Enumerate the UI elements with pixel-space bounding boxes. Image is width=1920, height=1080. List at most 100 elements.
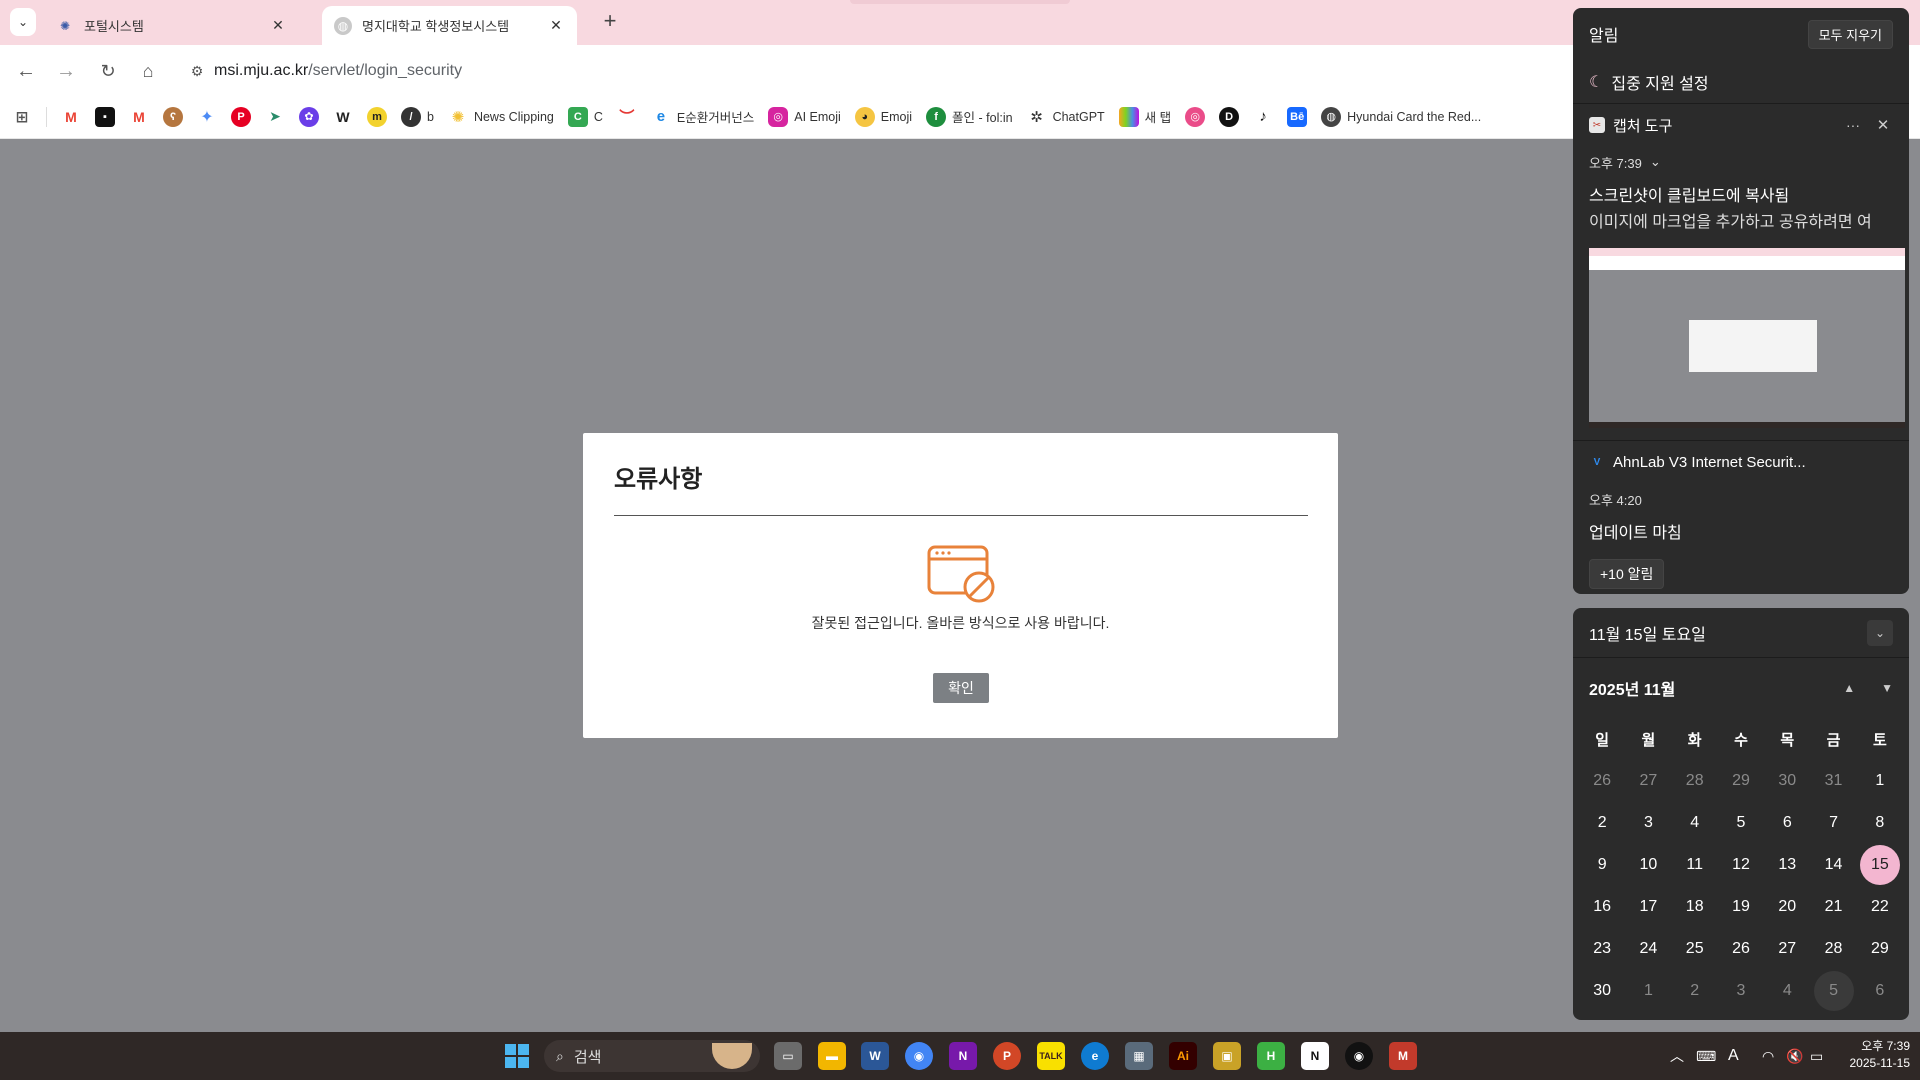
calendar-day[interactable]: 14 bbox=[1810, 844, 1856, 886]
bookmark-19[interactable]: 새 탭 bbox=[1118, 102, 1171, 132]
bookmark-20[interactable]: ◎ bbox=[1185, 102, 1206, 132]
new-tab-button[interactable]: + bbox=[598, 10, 622, 34]
triangle-up-icon[interactable]: ▲ bbox=[1843, 681, 1855, 695]
bookmark-17[interactable]: f 폴인 - fol:in bbox=[926, 102, 1013, 132]
calendar-day[interactable]: 21 bbox=[1810, 886, 1856, 928]
illustrator-icon[interactable]: Ai bbox=[1169, 1042, 1197, 1070]
calendar-day[interactable]: 5 bbox=[1810, 970, 1856, 1012]
reload-button[interactable]: ↻ bbox=[94, 57, 122, 85]
tab-portal[interactable]: ✺ 포털시스템 ✕ bbox=[44, 6, 299, 45]
notification-time[interactable]: 오후 7:39 ⌄ bbox=[1589, 150, 1893, 174]
address-bar[interactable]: ⚙ msi.mju.ac.kr/servlet/login_security bbox=[180, 53, 1570, 89]
bookmark-16[interactable]: ◕ Emoji bbox=[854, 102, 912, 132]
calendar-day[interactable]: 27 bbox=[1764, 928, 1810, 970]
close-icon[interactable]: ✕ bbox=[269, 17, 287, 34]
bookmark-9[interactable]: m bbox=[367, 102, 387, 132]
calendar-day[interactable]: 19 bbox=[1718, 886, 1764, 928]
bookmark-0[interactable]: M bbox=[61, 102, 81, 132]
calendar-day[interactable]: 30 bbox=[1764, 760, 1810, 802]
calendar-month-label[interactable]: 2025년 11월 bbox=[1589, 676, 1675, 700]
bookmark-24[interactable]: ◍ Hyundai Card the Red... bbox=[1321, 102, 1481, 132]
bookmark-22[interactable]: ♪ bbox=[1253, 102, 1273, 132]
calendar-day[interactable]: 31 bbox=[1810, 760, 1856, 802]
notion-icon[interactable]: N bbox=[1301, 1042, 1329, 1070]
tab-search-button[interactable]: ⌄ bbox=[10, 8, 36, 36]
calculator-icon[interactable]: ▦ bbox=[1125, 1042, 1153, 1070]
bookmark-14[interactable]: e E순환거버넌스 bbox=[651, 102, 755, 132]
calendar-day[interactable]: 28 bbox=[1810, 928, 1856, 970]
bookmark-23[interactable]: Bē bbox=[1287, 102, 1308, 132]
calendar-day[interactable]: 4 bbox=[1764, 970, 1810, 1012]
calendar-day[interactable]: 3 bbox=[1718, 970, 1764, 1012]
calendar-day[interactable]: 27 bbox=[1625, 760, 1671, 802]
screenshot-thumbnail[interactable] bbox=[1589, 248, 1905, 428]
close-icon[interactable]: ✕ bbox=[547, 17, 565, 34]
focus-assist-link[interactable]: ☾ 집중 지원 설정 bbox=[1573, 60, 1909, 104]
bookmark-10[interactable]: / b bbox=[401, 102, 434, 132]
calendar-day[interactable]: 18 bbox=[1672, 886, 1718, 928]
speaker-muted-icon[interactable]: 🔇 bbox=[1786, 1032, 1803, 1080]
onenote-icon[interactable]: N bbox=[949, 1042, 977, 1070]
tab-student-info[interactable]: ◍ 명지대학교 학생정보시스템 ✕ bbox=[322, 6, 577, 45]
more-notifications-button[interactable]: +10 알림 bbox=[1589, 559, 1665, 589]
calendar-day[interactable]: 6 bbox=[1764, 802, 1810, 844]
calendar-day[interactable]: 29 bbox=[1718, 760, 1764, 802]
calendar-day[interactable]: 2 bbox=[1672, 970, 1718, 1012]
bookmark-18[interactable]: ✲ ChatGPT bbox=[1027, 102, 1104, 132]
bookmark-3[interactable]: ʕ bbox=[163, 102, 183, 132]
notification-ahnlab[interactable]: V AhnLab V3 Internet Securit... 오후 4:20 … bbox=[1573, 441, 1909, 589]
calendar-day[interactable]: 1 bbox=[1857, 760, 1903, 802]
calendar-day[interactable]: 12 bbox=[1718, 844, 1764, 886]
wifi-icon[interactable]: ◠ bbox=[1762, 1032, 1774, 1080]
chrome-profile-icon[interactable]: ◉ bbox=[1345, 1042, 1373, 1070]
triangle-down-icon[interactable]: ▼ bbox=[1881, 681, 1893, 695]
bookmark-5[interactable]: P bbox=[231, 102, 251, 132]
back-button[interactable]: ← bbox=[12, 57, 40, 85]
calendar-day[interactable]: 24 bbox=[1625, 928, 1671, 970]
calendar-day[interactable]: 9 bbox=[1579, 844, 1625, 886]
calendar-day[interactable]: 17 bbox=[1625, 886, 1671, 928]
calendar-day[interactable]: 7 bbox=[1810, 802, 1856, 844]
bookmark-4[interactable]: ✦ bbox=[197, 102, 217, 132]
calendar-day-today[interactable]: 15 bbox=[1857, 844, 1903, 886]
edge-icon[interactable]: e bbox=[1081, 1042, 1109, 1070]
apps-button[interactable]: ⊞ bbox=[12, 102, 32, 132]
bookmark-6[interactable]: ➤ bbox=[265, 102, 285, 132]
calendar-day[interactable]: 13 bbox=[1764, 844, 1810, 886]
close-icon[interactable]: ✕ bbox=[1873, 116, 1893, 134]
calendar-day[interactable]: 2 bbox=[1579, 802, 1625, 844]
bookmark-13[interactable]: ︶ bbox=[617, 102, 637, 132]
battery-icon[interactable]: ▭ bbox=[1810, 1032, 1823, 1080]
calendar-day[interactable]: 26 bbox=[1718, 928, 1764, 970]
bookmark-1[interactable]: ▪ bbox=[95, 102, 115, 132]
powerpoint-icon[interactable]: P bbox=[993, 1042, 1021, 1070]
bookmark-2[interactable]: M bbox=[129, 102, 149, 132]
task-view-icon[interactable]: ▭ bbox=[774, 1042, 802, 1070]
calendar-day[interactable]: 28 bbox=[1672, 760, 1718, 802]
calendar-day[interactable]: 11 bbox=[1672, 844, 1718, 886]
file-explorer-icon[interactable]: ▬ bbox=[818, 1042, 846, 1070]
bookmark-8[interactable]: W bbox=[333, 102, 353, 132]
calendar-day[interactable]: 6 bbox=[1857, 970, 1903, 1012]
calendar-day[interactable]: 8 bbox=[1857, 802, 1903, 844]
tray-overflow-icon[interactable]: ︿ bbox=[1670, 1032, 1684, 1080]
kakaotalk-icon[interactable]: TALK bbox=[1037, 1042, 1065, 1070]
chrome-icon[interactable]: ◉ bbox=[905, 1042, 933, 1070]
window-drag-handle[interactable] bbox=[850, 0, 1070, 4]
calendar-day[interactable]: 30 bbox=[1579, 970, 1625, 1012]
bookmark-15[interactable]: ◎ AI Emoji bbox=[768, 102, 841, 132]
image-viewer-icon[interactable]: ▣ bbox=[1213, 1042, 1241, 1070]
taskbar-search[interactable]: ⌕ 검색 bbox=[544, 1040, 760, 1072]
bookmark-12[interactable]: CC bbox=[567, 102, 603, 132]
forward-button[interactable]: → bbox=[52, 57, 80, 85]
bookmark-21[interactable]: D bbox=[1219, 102, 1240, 132]
bookmark-7[interactable]: ✿ bbox=[299, 102, 319, 132]
notification-snipping-tool[interactable]: ✂ 캡처 도구 ··· ✕ 오후 7:39 ⌄ 스크린샷이 클립보드에 복사됨 이… bbox=[1573, 104, 1909, 441]
hancom-icon[interactable]: H bbox=[1257, 1042, 1285, 1070]
calendar-day[interactable]: 20 bbox=[1764, 886, 1810, 928]
more-options-icon[interactable]: ··· bbox=[1833, 117, 1873, 133]
calendar-day[interactable]: 16 bbox=[1579, 886, 1625, 928]
calendar-day[interactable]: 3 bbox=[1625, 802, 1671, 844]
start-button[interactable] bbox=[505, 1044, 529, 1068]
clear-all-button[interactable]: 모두 지우기 bbox=[1807, 19, 1893, 49]
